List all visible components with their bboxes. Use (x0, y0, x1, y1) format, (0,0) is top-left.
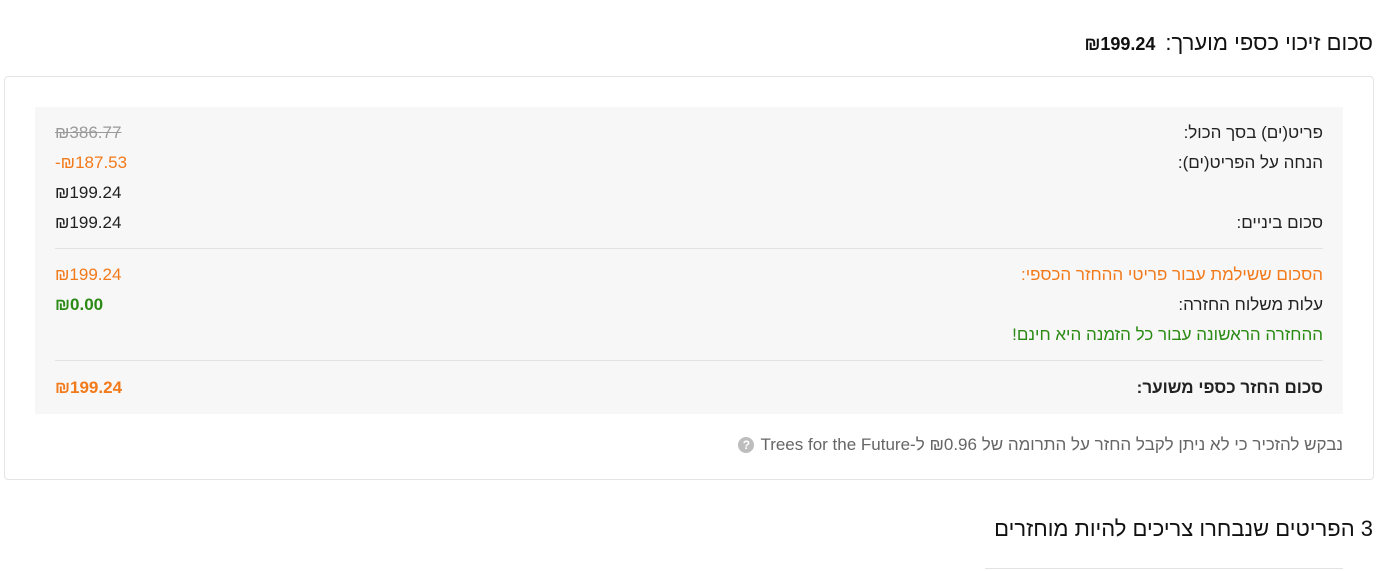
items-total-value: ₪386.77 (55, 123, 122, 142)
help-icon[interactable]: ? (738, 437, 755, 453)
estimated-refund-row: סכום החזר כספי משוער: ₪199.24 (55, 376, 1323, 400)
items-divider (985, 568, 1343, 569)
items-total-row: פריט(ים) בסך הכול: ₪386.77 (55, 121, 1323, 145)
selected-items-heading: 3 הפריטים שנבחרו צריכים להיות מוחזרים (994, 516, 1373, 541)
refund-card: פריט(ים) בסך הכול: ₪386.77 הנחה על הפריט… (4, 76, 1374, 480)
paid-amount-row: הסכום ששילמת עבור פריטי ההחזר הכספי: ₪19… (55, 263, 1323, 287)
summary-divider (55, 360, 1323, 361)
refund-summary-page: סכום זיכוי כספי מוערך: ₪199.24 פריט(ים) … (0, 0, 1397, 571)
estimated-credit-amount: ₪199.24 (1084, 34, 1156, 54)
after-discount-value: ₪199.24 (55, 183, 122, 202)
donation-note-text: נבקש להזכיר כי לא ניתן לקבל החזר על התרו… (760, 435, 1343, 454)
paid-amount-label: הסכום ששילמת עבור פריטי ההחזר הכספי: (1020, 265, 1323, 284)
free-return-note: ההחזרה הראשונה עבור כל הזמנה היא חינם! (1012, 325, 1323, 344)
subtotal-label: סכום ביניים: (1236, 213, 1323, 232)
refund-breakdown: פריט(ים) בסך הכול: ₪386.77 הנחה על הפריט… (35, 107, 1343, 414)
subtotal-row: סכום ביניים: ₪199.24 (55, 211, 1323, 235)
estimated-refund-value: ₪199.24 (55, 378, 123, 397)
discount-row: הנחה על הפריט(ים): -₪187.53 (55, 151, 1323, 175)
summary-divider (55, 248, 1323, 249)
return-shipping-value: ₪0.00 (55, 295, 104, 314)
estimated-credit-label: סכום זיכוי כספי מוערך: (1165, 30, 1373, 55)
discount-value: -₪187.53 (55, 153, 128, 172)
paid-amount-value: ₪199.24 (55, 265, 122, 284)
after-discount-row: ₪199.24 (55, 181, 1323, 205)
estimated-refund-label: סכום החזר כספי משוער: (1136, 378, 1323, 397)
discount-label: הנחה על הפריט(ים): (1177, 153, 1323, 172)
return-shipping-row: עלות משלוח החזרה: ₪0.00 (55, 293, 1323, 317)
items-total-label: פריט(ים) בסך הכול: (1183, 123, 1323, 142)
return-shipping-label: עלות משלוח החזרה: (1178, 295, 1323, 314)
free-return-row: ההחזרה הראשונה עבור כל הזמנה היא חינם! (55, 323, 1323, 347)
estimated-credit-heading: סכום זיכוי כספי מוערך: ₪199.24 (1084, 30, 1373, 56)
donation-note: נבקש להזכיר כי לא ניתן לקבל החזר על התרו… (738, 435, 1343, 455)
subtotal-value: ₪199.24 (55, 213, 122, 232)
